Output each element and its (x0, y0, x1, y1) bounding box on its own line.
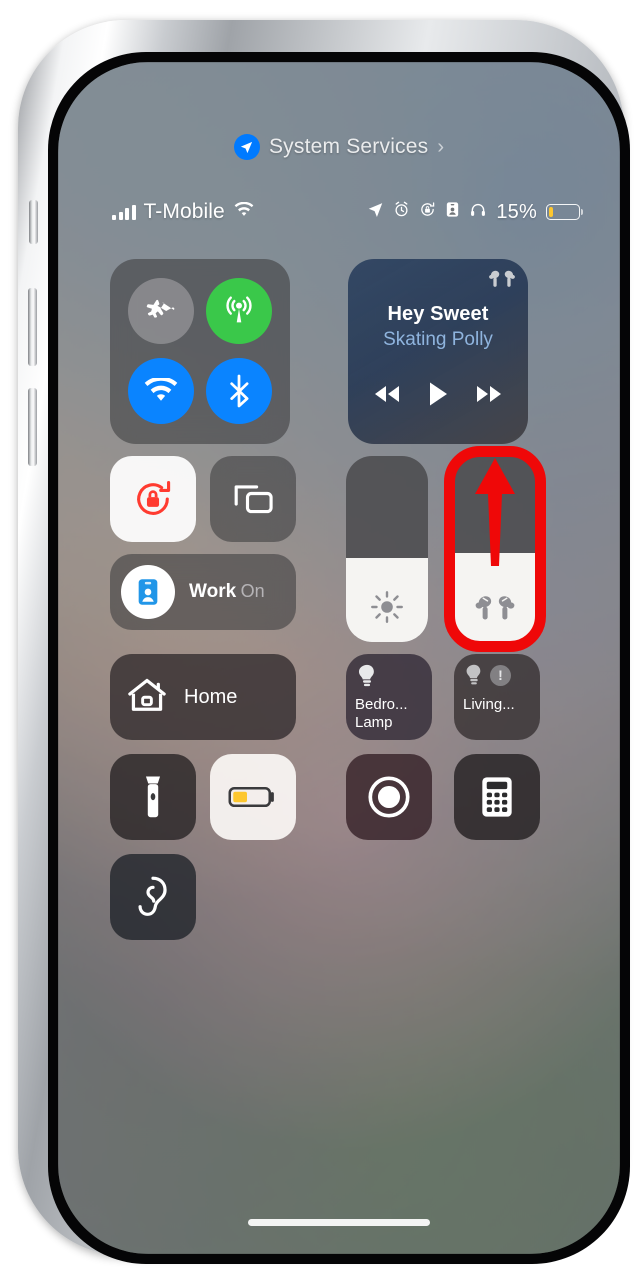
headphones-icon (469, 201, 487, 224)
bluetooth-icon (230, 374, 249, 408)
volume-up-button[interactable] (28, 288, 37, 366)
battery-percentage-label: 15% (496, 200, 537, 223)
bedroom-accessory-label: Bedro... Lamp (355, 696, 427, 733)
calculator-icon (482, 777, 512, 817)
home-accessory-bedroom-lamp[interactable]: Bedro... Lamp (346, 654, 432, 740)
rotation-lock-icon (137, 480, 171, 515)
screen-recording-toggle[interactable] (346, 754, 432, 840)
cellular-data-toggle[interactable] (206, 278, 272, 344)
airpods-pro-icon (454, 594, 536, 624)
calculator-shortcut[interactable] (454, 754, 540, 840)
home-tile-label: Home (184, 685, 238, 708)
work-badge-icon (121, 565, 175, 619)
focus-mode-text: Work On (189, 581, 265, 603)
ear-icon (138, 876, 167, 916)
warning-badge-icon: ! (490, 664, 511, 686)
status-bar-left: T-Mobile (112, 200, 255, 224)
airpods-icon[interactable] (488, 269, 516, 296)
now-playing-controls (360, 381, 516, 412)
volume-slider[interactable] (454, 456, 536, 642)
focus-mode-state: On (240, 581, 265, 602)
focus-mode-tile[interactable]: Work On (110, 554, 296, 630)
screen-record-icon (368, 776, 410, 818)
home-icon (126, 675, 168, 720)
play-icon[interactable] (427, 381, 449, 412)
battery-low-power-icon (228, 787, 274, 807)
low-power-mode-toggle[interactable] (210, 754, 296, 840)
bluetooth-toggle[interactable] (206, 358, 272, 424)
brightness-slider[interactable] (346, 456, 428, 642)
ringer-switch[interactable] (29, 200, 38, 244)
carrier-label: T-Mobile (143, 200, 225, 223)
home-app-tile[interactable]: Home (110, 654, 296, 740)
airplane-mode-toggle[interactable] (128, 278, 194, 344)
rotation-lock-icon (419, 201, 436, 224)
battery-fill (548, 206, 553, 218)
wifi-toggle[interactable] (128, 358, 194, 424)
chevron-right-icon: › (437, 135, 445, 158)
screen-mirroring-toggle[interactable] (210, 456, 296, 542)
home-indicator[interactable] (248, 1219, 430, 1226)
now-playing-artist: Skating Polly (383, 329, 493, 350)
flashlight-toggle[interactable] (110, 754, 196, 840)
control-center: System Services › T-Mobile 15% Hey Sweet… (58, 62, 620, 1254)
system-services-banner[interactable]: System Services › (58, 134, 620, 160)
home-accessory-living-room[interactable]: ! Living... (454, 654, 540, 740)
location-arrow-icon (233, 134, 260, 160)
wifi-icon (144, 378, 178, 401)
now-playing-title: Hey Sweet (387, 303, 489, 325)
hearing-toggle[interactable] (110, 854, 196, 940)
bedroom-label-line1: Bedro... (355, 696, 408, 713)
battery-icon (546, 204, 580, 220)
rotation-lock-toggle[interactable] (110, 456, 196, 542)
airplane-icon (146, 299, 175, 318)
phone-frame: System Services › T-Mobile 15% Hey Sweet… (18, 20, 630, 1264)
focus-mode-name: Work (189, 581, 237, 603)
fast-forward-icon[interactable] (474, 383, 504, 410)
flashlight-icon (145, 776, 161, 818)
wifi-icon (233, 201, 255, 224)
brightness-icon (346, 590, 428, 624)
system-services-label: System Services (268, 135, 429, 158)
living-bulb-group: ! (464, 663, 511, 687)
alarm-clock-icon (393, 201, 410, 224)
rewind-icon[interactable] (372, 383, 402, 410)
status-bar-right: 15% (367, 201, 580, 224)
cellular-bars-icon (112, 204, 136, 220)
volume-down-button[interactable] (28, 388, 37, 466)
now-playing-module[interactable]: Hey Sweet Skating Polly (348, 259, 528, 444)
focus-work-icon (445, 201, 460, 224)
lightbulb-icon (358, 664, 374, 687)
phone-screen: System Services › T-Mobile 15% Hey Sweet… (58, 62, 620, 1254)
bedroom-label-line2: Lamp (355, 714, 393, 732)
connectivity-module[interactable] (110, 259, 290, 444)
location-arrow-icon (367, 201, 384, 224)
cellular-antenna-icon (226, 296, 252, 323)
bedroom-bulb-group (356, 663, 378, 689)
screen-mirroring-icon (234, 485, 273, 514)
lightbulb-icon (466, 664, 481, 685)
living-accessory-label: Living... (463, 696, 515, 713)
status-bar: T-Mobile 15% (112, 200, 580, 224)
